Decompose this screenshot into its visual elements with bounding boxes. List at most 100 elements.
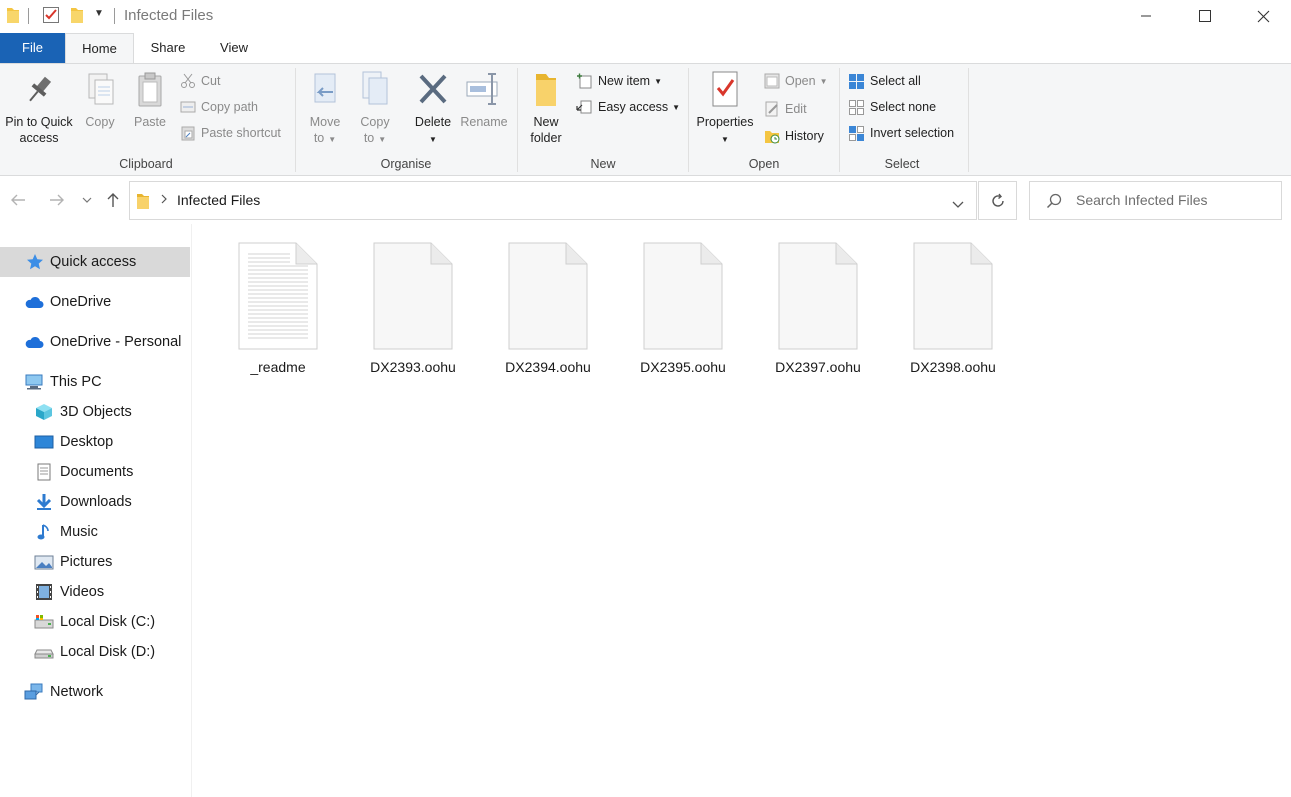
copy-to-button[interactable]: Copy to ▼: [354, 68, 396, 148]
sidebar-item-quick-access[interactable]: Quick access: [0, 247, 190, 277]
ribbon: Pin to Quick access Copy Paste Cut Copy …: [0, 63, 1291, 176]
close-icon: [1257, 10, 1269, 22]
close-button[interactable]: [1234, 0, 1291, 32]
sidebar-item-3d-objects[interactable]: 3D Objects: [0, 397, 190, 427]
computer-icon: [25, 374, 43, 390]
move-to-button[interactable]: Move to ▼: [304, 68, 346, 148]
sidebar-item-downloads[interactable]: Downloads: [0, 487, 190, 517]
blank-file-icon: [373, 242, 453, 350]
sidebar-item-videos[interactable]: Videos: [0, 577, 190, 607]
select-none-button[interactable]: Select none: [848, 97, 936, 117]
organise-group-label: Organise: [380, 157, 432, 171]
sidebar-item-music[interactable]: Music: [0, 517, 190, 547]
invert-selection-button[interactable]: Invert selection: [848, 123, 954, 143]
maximize-icon: [1199, 10, 1211, 22]
history-icon: [765, 131, 780, 144]
copy-path-button[interactable]: Copy path: [180, 97, 258, 117]
file-item-dx2398[interactable]: DX2398.oohu: [893, 242, 1013, 375]
sidebar-item-network[interactable]: Network: [0, 677, 190, 707]
video-icon: [36, 584, 52, 600]
back-button[interactable]: [8, 190, 28, 210]
search-input[interactable]: [1074, 191, 1274, 209]
tab-view[interactable]: View: [202, 33, 266, 63]
easy-access-button[interactable]: Easy access ▼: [576, 97, 680, 117]
refresh-button[interactable]: [978, 181, 1017, 220]
paste-shortcut-button[interactable]: Paste shortcut: [180, 123, 281, 143]
select-all-button[interactable]: Select all: [848, 71, 921, 91]
pin-icon: [29, 76, 52, 102]
invert-selection-icon: [849, 125, 864, 141]
new-item-button[interactable]: New item ▼: [576, 71, 662, 91]
new-folder-button[interactable]: New folder: [524, 68, 568, 146]
copy-icon: [88, 73, 114, 105]
tab-share[interactable]: Share: [136, 33, 200, 63]
file-name: DX2394.oohu: [505, 359, 591, 375]
sidebar-item-this-pc[interactable]: This PC: [0, 367, 190, 397]
sidebar-item-local-disk-c[interactable]: Local Disk (C:): [0, 607, 190, 637]
arrow-left-icon: [11, 194, 25, 206]
blank-file-icon: [643, 242, 723, 350]
history-button[interactable]: History: [764, 126, 824, 146]
file-item-readme[interactable]: _readme: [218, 242, 338, 375]
sidebar-item-onedrive-personal[interactable]: OneDrive - Personal: [0, 327, 190, 357]
properties-button[interactable]: Properties ▼: [694, 68, 756, 148]
file-item-dx2394[interactable]: DX2394.oohu: [488, 242, 608, 375]
select-group-label: Select: [884, 157, 920, 171]
file-item-dx2397[interactable]: DX2397.oohu: [758, 242, 878, 375]
tab-file[interactable]: File: [0, 33, 65, 63]
folder-icon: [6, 6, 20, 27]
rename-icon: [466, 73, 498, 105]
pin-to-quick-access-button[interactable]: Pin to Quick access: [2, 68, 76, 146]
open-icon: [764, 73, 780, 89]
paste-icon: [138, 72, 162, 107]
paste-button[interactable]: Paste: [130, 68, 170, 130]
edit-icon: [765, 101, 778, 117]
minimize-button[interactable]: [1117, 0, 1175, 32]
maximize-button[interactable]: [1176, 0, 1234, 32]
sidebar-item-local-disk-d[interactable]: Local Disk (D:): [0, 637, 190, 667]
cut-button[interactable]: Cut: [180, 71, 220, 91]
cube-icon: [36, 404, 52, 420]
title-separator: [28, 8, 29, 24]
properties-icon: [712, 71, 738, 107]
ribbon-tabs: File Home Share View ?: [0, 33, 1291, 91]
network-icon: [24, 683, 43, 700]
recent-locations-button[interactable]: [77, 190, 97, 210]
clipboard-group-label: Clipboard: [119, 157, 173, 171]
search-box: [1029, 181, 1282, 220]
file-item-dx2395[interactable]: DX2395.oohu: [623, 242, 743, 375]
properties-quick-icon[interactable]: [42, 6, 60, 27]
select-all-icon: [849, 73, 864, 89]
sidebar-item-pictures[interactable]: Pictures: [0, 547, 190, 577]
up-button[interactable]: [103, 190, 123, 210]
folder-icon: [136, 192, 150, 213]
open-button[interactable]: Open ▼: [764, 71, 828, 91]
new-folder-quick-icon[interactable]: [70, 6, 84, 27]
breadcrumb-chevron-icon[interactable]: [160, 193, 168, 208]
file-name: _readme: [250, 359, 306, 375]
sidebar-item-desktop[interactable]: Desktop: [0, 427, 190, 457]
sidebar-item-documents[interactable]: Documents: [0, 457, 190, 487]
sidebar-item-onedrive[interactable]: OneDrive: [0, 287, 190, 317]
customize-toolbar-dropdown-icon[interactable]: ▼: [94, 8, 104, 19]
pictures-icon: [34, 555, 54, 570]
copy-to-icon: [362, 71, 388, 105]
address-bar[interactable]: Infected Files: [129, 181, 977, 220]
delete-button[interactable]: Delete ▼: [410, 68, 456, 148]
cloud-icon: [25, 336, 44, 348]
file-item-dx2393[interactable]: DX2393.oohu: [353, 242, 473, 375]
copy-button[interactable]: Copy: [80, 68, 120, 130]
tab-home[interactable]: Home: [65, 33, 134, 64]
address-history-dropdown-icon[interactable]: [952, 197, 964, 212]
breadcrumb-current[interactable]: Infected Files: [177, 192, 260, 208]
rename-button[interactable]: Rename: [458, 68, 510, 130]
forward-button[interactable]: [47, 190, 67, 210]
scissors-icon: [181, 73, 195, 88]
cloud-icon: [25, 296, 44, 308]
text-file-icon: [238, 242, 318, 350]
arrow-right-icon: [50, 194, 64, 206]
new-group-label: New: [590, 157, 616, 171]
window-title: Infected Files: [124, 7, 214, 24]
edit-button[interactable]: Edit: [764, 99, 807, 119]
blank-file-icon: [508, 242, 588, 350]
